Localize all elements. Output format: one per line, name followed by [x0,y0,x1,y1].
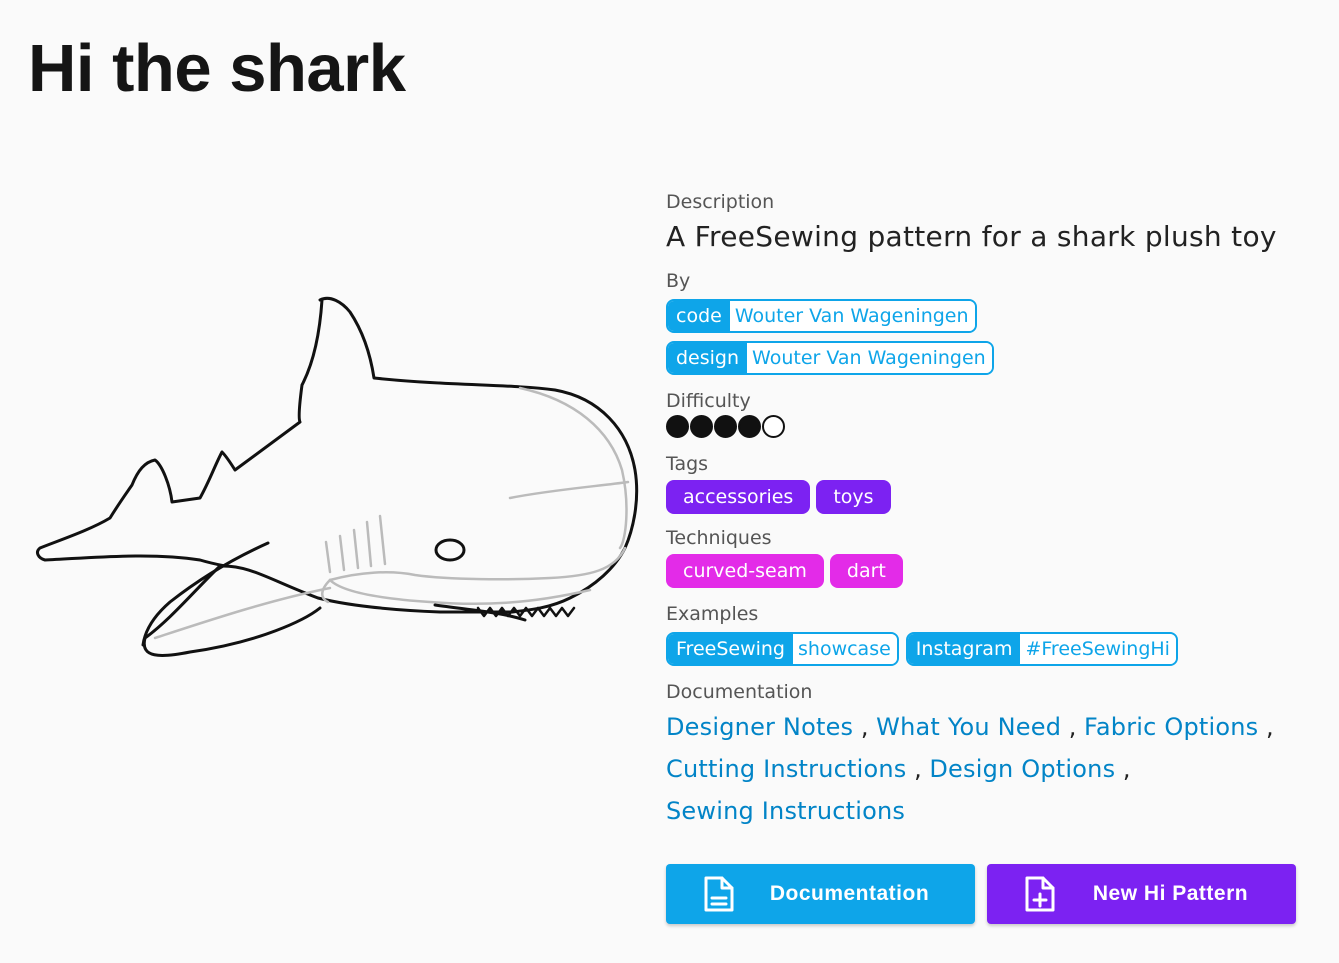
new-pattern-button-label: New Hi Pattern [1092,882,1249,905]
tags-label: Tags [666,453,709,475]
doc-link-designer-notes[interactable]: Designer Notes [666,713,853,741]
doc-link-sewing-instructions[interactable]: Sewing Instructions [666,797,905,825]
shark-illustration [30,290,650,670]
author-badge-design[interactable]: design Wouter Van Wageningen [666,341,994,375]
difficulty-dot-filled [666,415,689,438]
badge-author: Wouter Van Wageningen [747,343,992,373]
doc-link-design-options[interactable]: Design Options [929,755,1115,783]
shark-eye [434,538,466,562]
difficulty-dot-filled [714,415,737,438]
documentation-button-label: Documentation [769,882,930,905]
pattern-info: Description A FreeSewing pattern for a s… [666,190,1316,832]
example-value: showcase [793,634,897,664]
by-section: By code Wouter Van Wageningen design Wou… [666,269,1316,375]
examples-section: Examples FreeSewing showcase Instagram #… [666,602,1316,666]
difficulty-rating [666,415,1316,438]
documentation-links: Designer Notes , What You Need , Fabric … [666,713,1274,825]
new-pattern-button[interactable]: New Hi Pattern [987,864,1296,924]
example-badge-freesewing[interactable]: FreeSewing showcase [666,632,899,666]
doc-link-what-you-need[interactable]: What You Need [876,713,1061,741]
difficulty-label: Difficulty [666,390,751,412]
description-label: Description [666,191,775,213]
tag-chip-toys[interactable]: toys [816,480,891,514]
description-section: Description A FreeSewing pattern for a s… [666,190,1316,253]
examples-label: Examples [666,603,759,625]
author-badge-code[interactable]: code Wouter Van Wageningen [666,299,977,333]
page-title: Hi the shark [28,31,406,106]
badge-role: code [668,301,730,331]
documentation-button[interactable]: Documentation [666,864,975,924]
example-badge-instagram[interactable]: Instagram #FreeSewingHi [905,632,1178,666]
technique-chip-curved-seam[interactable]: curved-seam [666,554,824,588]
doc-link-cutting-instructions[interactable]: Cutting Instructions [666,755,906,783]
difficulty-dot-filled [690,415,713,438]
doc-link-fabric-options[interactable]: Fabric Options [1084,713,1258,741]
by-label: By [666,270,691,292]
example-value: #FreeSewingHi [1020,634,1176,664]
tag-chip-accessories[interactable]: accessories [666,480,811,514]
document-icon [694,874,744,914]
action-buttons: Documentation New Hi Pattern [666,864,1296,924]
techniques-label: Techniques [666,527,772,549]
example-source: Instagram [907,634,1021,664]
badge-author: Wouter Van Wageningen [729,301,975,331]
difficulty-dot-filled [738,415,761,438]
document-plus-icon [1015,874,1065,914]
example-source: FreeSewing [668,634,793,664]
difficulty-dot-empty [762,415,785,438]
documentation-label: Documentation [666,681,813,703]
techniques-section: Techniques curved-seam dart [666,526,1316,588]
difficulty-section: Difficulty [666,389,1316,438]
shark-outline [142,296,639,657]
badge-role: design [668,343,748,373]
technique-chip-dart[interactable]: dart [829,554,903,588]
tags-section: Tags accessories toys [666,452,1316,514]
description-text: A FreeSewing pattern for a shark plush t… [666,220,1277,253]
documentation-section: Documentation Designer Notes , What You … [666,680,1316,832]
